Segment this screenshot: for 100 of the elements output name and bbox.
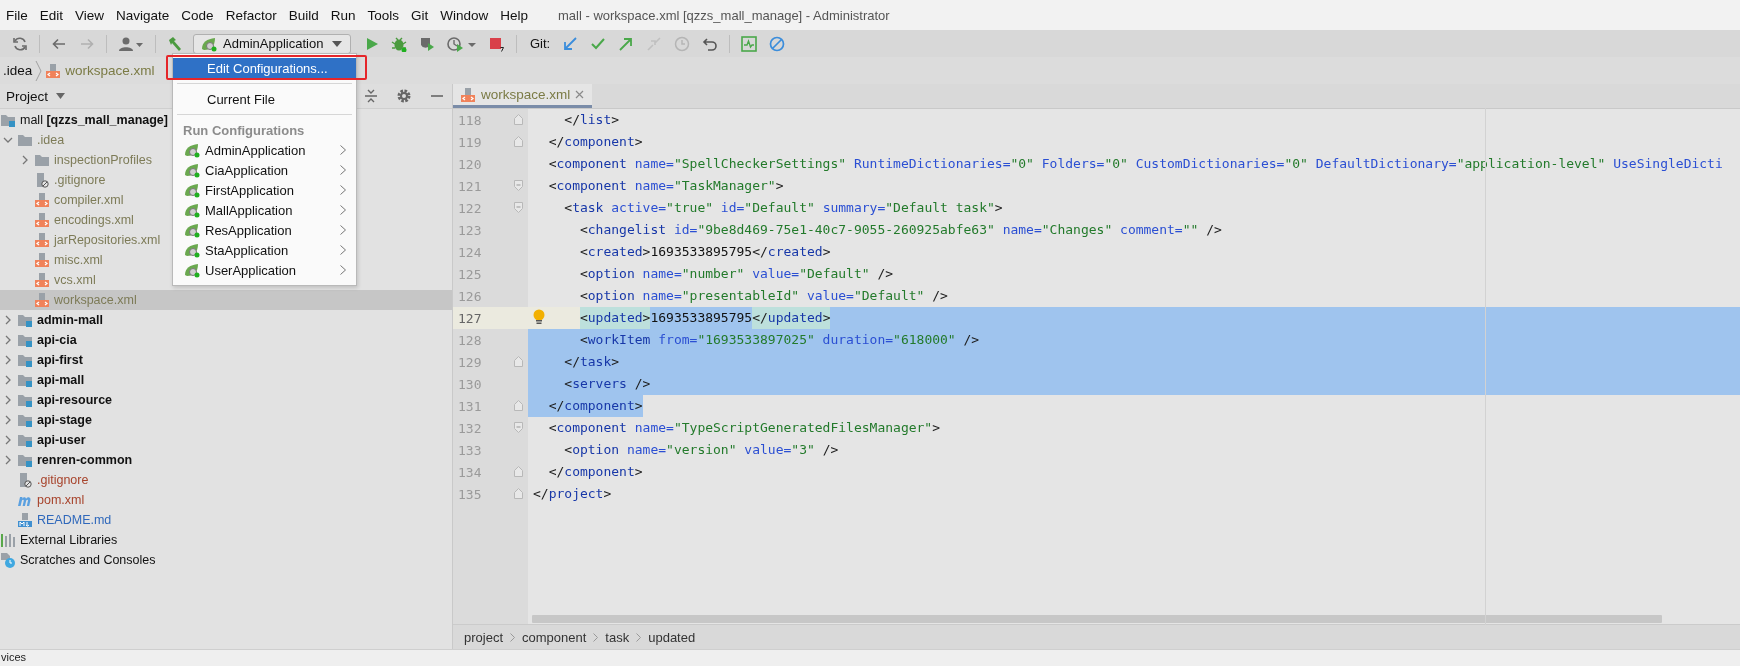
- menu-item[interactable]: Run: [324, 7, 362, 23]
- gauge-dropdown-icon[interactable]: [447, 35, 477, 52]
- xml-file-icon: [34, 232, 50, 248]
- menu-item[interactable]: Git: [405, 7, 435, 23]
- clock-icon[interactable]: [674, 35, 691, 52]
- menu-item[interactable]: View: [69, 7, 111, 23]
- refresh-icon[interactable]: [12, 35, 28, 52]
- fold-marker-icon[interactable]: [514, 114, 523, 125]
- breadcrumb-item[interactable]: .idea: [3, 63, 33, 78]
- fold-marker-icon[interactable]: [514, 422, 523, 433]
- user-dropdown-icon[interactable]: [118, 35, 144, 52]
- expand-collapse-icon[interactable]: [364, 88, 378, 104]
- fold-marker-icon[interactable]: [514, 400, 523, 411]
- tree-item[interactable]: README.md: [0, 510, 113, 530]
- stop-icon[interactable]: [489, 35, 505, 52]
- merge-arrows-icon[interactable]: [646, 35, 663, 52]
- run-configuration-dropdown[interactable]: AdminApplication: [193, 33, 351, 54]
- tree-item[interactable]: compiler.xml: [0, 190, 125, 210]
- breadcrumb-item[interactable]: updated: [648, 629, 696, 645]
- line-number: 133: [458, 442, 483, 458]
- code-line: </component>: [547, 133, 644, 151]
- editor-tab[interactable]: workspace.xml: [453, 84, 593, 108]
- menu-item[interactable]: Navigate: [110, 7, 176, 23]
- undo-icon[interactable]: [702, 35, 719, 52]
- tree-item[interactable]: Scratches and Consoles: [0, 550, 157, 570]
- tree-item[interactable]: renren-common: [0, 450, 134, 470]
- tree-item[interactable]: api-cia: [0, 330, 78, 350]
- tree-item[interactable]: pom.xml: [0, 490, 86, 510]
- fold-marker-icon[interactable]: [514, 356, 523, 367]
- menu-item[interactable]: Help: [494, 7, 535, 23]
- menu-item[interactable]: Build: [282, 7, 325, 23]
- tree-item[interactable]: api-stage: [0, 410, 93, 430]
- app-leaf-icon: [183, 202, 201, 218]
- line-number: 123: [458, 222, 483, 238]
- menu-item[interactable]: File: [0, 7, 34, 23]
- menu-item[interactable]: MallApplication: [173, 200, 356, 220]
- close-icon[interactable]: [575, 90, 585, 99]
- settings-icon[interactable]: [396, 88, 412, 104]
- window-title: mall - workspace.xml [qzzs_mall_manage] - Administrator: [558, 7, 890, 23]
- shield-icon[interactable]: [419, 35, 435, 52]
- tree-item[interactable]: admin-mall: [0, 310, 104, 330]
- tree-item[interactable]: api-first: [0, 350, 84, 370]
- code-line: <changelist id="9be8d469-75e1-40c7-9055-260925abfe63" name="Changes" comment="" />: [578, 221, 1223, 239]
- menu-item[interactable]: StaApplication: [173, 240, 356, 260]
- run-icon[interactable]: [365, 35, 379, 52]
- menu-item[interactable]: FirstApplication: [173, 180, 356, 200]
- xml-file-icon: [34, 192, 50, 208]
- tree-item[interactable]: api-mall: [0, 370, 86, 390]
- lightbulb-icon[interactable]: [533, 309, 545, 326]
- menu-item[interactable]: Current File: [173, 89, 356, 109]
- tree-item[interactable]: api-resource: [0, 390, 114, 410]
- activity-icon[interactable]: [741, 35, 758, 52]
- push-arrow-icon[interactable]: [618, 35, 635, 52]
- line-number: 119: [458, 134, 483, 150]
- menu-item[interactable]: Tools: [361, 7, 405, 23]
- line-number: 125: [458, 266, 483, 282]
- app-leaf-icon: [183, 162, 201, 178]
- chevron-icon: [636, 632, 642, 642]
- code-line: <component name="TypeScriptGeneratedFilesManager">: [547, 419, 941, 437]
- bug-icon[interactable]: [391, 35, 407, 52]
- menu-item[interactable]: Window: [434, 7, 495, 23]
- module-folder-icon: [17, 333, 33, 347]
- menu-item[interactable]: AdminApplication: [173, 140, 356, 160]
- fold-marker-icon[interactable]: [514, 180, 523, 191]
- menu-item[interactable]: CiaApplication: [173, 160, 356, 180]
- menu-item[interactable]: ResApplication: [173, 220, 356, 240]
- fold-marker-icon[interactable]: [514, 202, 523, 213]
- line-number: 124: [458, 244, 483, 260]
- tree-item[interactable]: api-user: [0, 430, 87, 450]
- menu-item[interactable]: UserApplication: [173, 260, 356, 280]
- tree-item[interactable]: .gitignore: [0, 470, 90, 490]
- project-view-dropdown[interactable]: Project: [6, 88, 66, 104]
- tree-item[interactable]: External Libraries: [0, 530, 119, 550]
- code-line: </list>: [563, 111, 621, 129]
- tool-window-tab[interactable]: vices: [1, 650, 27, 665]
- tree-item[interactable]: mall [qzzs_mall_manage]: [0, 110, 169, 130]
- menu-item[interactable]: Code: [175, 7, 220, 23]
- code-line: </component>: [547, 463, 644, 481]
- menu-section-header: Run Configurations: [182, 121, 306, 140]
- fold-marker-icon[interactable]: [514, 466, 523, 477]
- chevron-icon: [35, 60, 43, 81]
- xml-file-icon: [460, 86, 476, 103]
- module-folder-icon: [17, 393, 33, 407]
- fold-marker-icon[interactable]: [514, 136, 523, 147]
- tree-item[interactable]: .gitignore: [0, 170, 107, 190]
- code-line: </project>: [532, 485, 613, 503]
- fold-marker-icon[interactable]: [514, 488, 523, 499]
- update-arrow-icon[interactable]: [562, 35, 579, 52]
- code-line: <option name="version" value="3" />: [563, 441, 840, 459]
- app-leaf-icon: [200, 35, 218, 52]
- breadcrumb-item[interactable]: task: [605, 629, 630, 645]
- breadcrumb-item[interactable]: component: [522, 629, 587, 645]
- line-number: 131: [458, 398, 483, 414]
- menu-item[interactable]: Edit: [33, 7, 70, 23]
- hammer-icon[interactable]: [167, 35, 183, 52]
- menu-item[interactable]: Edit Configurations...: [173, 58, 356, 78]
- scrollbar[interactable]: [532, 615, 1662, 623]
- breadcrumb-item[interactable]: project: [464, 629, 504, 645]
- menu-item[interactable]: Refactor: [219, 7, 283, 23]
- no-entry-icon[interactable]: [769, 35, 786, 52]
